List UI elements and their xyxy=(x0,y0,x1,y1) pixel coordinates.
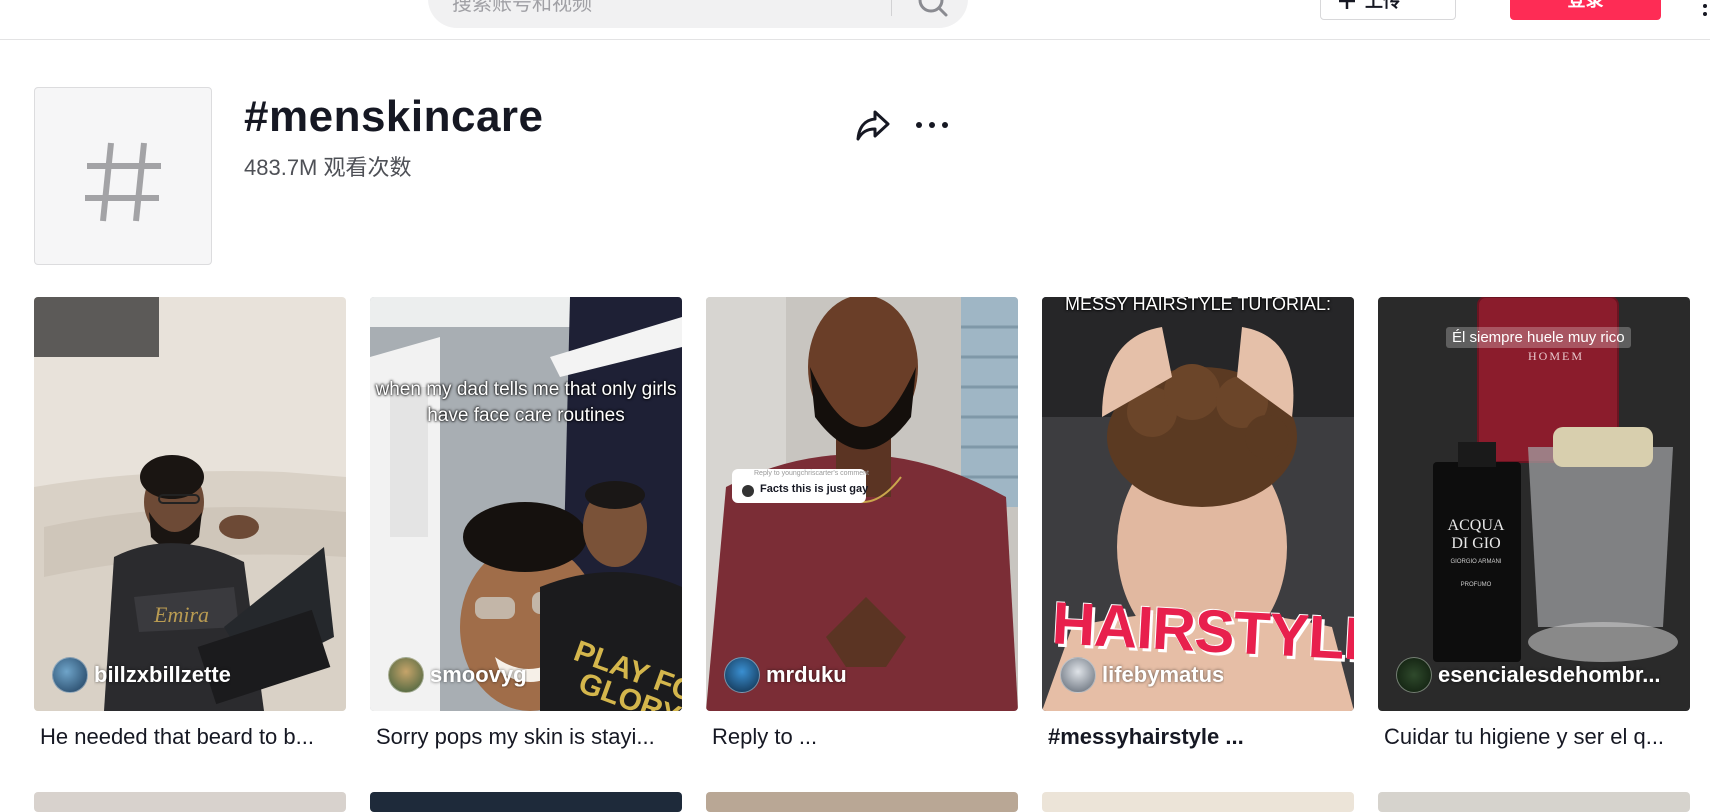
dot-icon xyxy=(916,122,922,128)
avatar[interactable] xyxy=(388,657,424,693)
video-caption[interactable]: Sorry pops my skin is stayi... xyxy=(370,721,676,753)
video-thumbnail[interactable] xyxy=(1042,792,1354,812)
bottle-sub: GIORGIO ARMANI xyxy=(1450,559,1502,565)
share-button[interactable] xyxy=(854,106,892,144)
author-name[interactable]: mrduku xyxy=(766,662,847,688)
login-button[interactable]: 登录 xyxy=(1510,0,1661,20)
author-name[interactable]: esencialesdehombr... xyxy=(1438,662,1661,688)
search-bar[interactable]: 搜索账号和视频 xyxy=(428,0,968,28)
avatar[interactable] xyxy=(1396,657,1432,693)
video-thumbnail-image: PLAY FOR GLORY xyxy=(370,297,682,711)
video-caption[interactable]: He needed that beard to b... xyxy=(34,721,340,753)
hashtag-icon xyxy=(85,142,161,222)
search-input[interactable]: 搜索账号和视频 xyxy=(452,0,592,16)
upload-button[interactable]: 上传 xyxy=(1320,0,1456,20)
search-button[interactable] xyxy=(898,0,968,28)
video-thumbnail[interactable]: Emira billzxbillzette xyxy=(34,297,346,711)
video-overlay-text: when my dad tells me that only girls hav… xyxy=(375,379,677,426)
upload-label: 上传 xyxy=(1365,0,1401,11)
bottle-brand: ACQUA DI GIO xyxy=(1447,517,1505,552)
reply-comment-small: Reply to youngchriscarter's comment xyxy=(754,470,869,477)
more-options-button[interactable] xyxy=(914,112,954,138)
video-author[interactable]: mrduku xyxy=(724,657,847,693)
dot-icon xyxy=(929,122,935,128)
video-thumbnail-image: Emira xyxy=(34,297,346,711)
video-thumbnail[interactable]: MESSY HAIRSTYLE TUTORIAL: HAIRSTYLE life… xyxy=(1042,297,1354,711)
video-thumbnail-image xyxy=(706,297,1018,711)
page-title: #menskincare xyxy=(244,92,544,141)
author-name[interactable]: lifebymatus xyxy=(1102,662,1224,688)
top-navigation-bar: 搜索账号和视频 上传 登录 xyxy=(0,0,1710,40)
dot-icon xyxy=(942,122,948,128)
view-count: 483.7M 观看次数 xyxy=(244,155,412,180)
avatar[interactable] xyxy=(724,657,760,693)
video-caption[interactable]: Cuidar tu higiene y ser el q... xyxy=(1378,721,1684,753)
hashtag-avatar xyxy=(34,87,212,265)
svg-text:Emira: Emira xyxy=(153,602,209,627)
video-thumbnail[interactable]: HOMEM ACQUA DI GIO GIORGIO ARMANI PROFUM… xyxy=(1378,297,1690,711)
more-menu-icon[interactable] xyxy=(1700,0,1710,24)
video-card[interactable]: HOMEM ACQUA DI GIO GIORGIO ARMANI PROFUM… xyxy=(1378,297,1690,753)
video-thumbnail[interactable] xyxy=(34,792,346,812)
video-thumbnail[interactable] xyxy=(370,792,682,812)
video-author[interactable]: smoovyg xyxy=(388,657,527,693)
video-card[interactable]: PLAY FOR GLORY when my dad tells me that… xyxy=(370,297,682,753)
avatar[interactable] xyxy=(52,657,88,693)
share-icon xyxy=(856,110,890,141)
video-caption[interactable]: Reply to ... xyxy=(706,721,1012,753)
video-author[interactable]: esencialesdehombr... xyxy=(1396,657,1661,693)
author-name[interactable]: billzxbillzette xyxy=(94,662,231,688)
video-caption[interactable]: #messyhairstyle ... xyxy=(1042,721,1348,753)
author-name[interactable]: smoovyg xyxy=(430,662,527,688)
video-author[interactable]: billzxbillzette xyxy=(52,657,231,693)
video-author[interactable]: lifebymatus xyxy=(1060,657,1224,693)
video-thumbnail[interactable]: PLAY FOR GLORY when my dad tells me that… xyxy=(370,297,682,711)
avatar[interactable] xyxy=(1060,657,1096,693)
bottle-name: PROFUMO xyxy=(1460,582,1492,588)
bottle-brand-red: HOMEM xyxy=(1528,349,1585,363)
video-thumbnail[interactable]: Reply to youngchriscarter's comment Fact… xyxy=(706,297,1018,711)
video-overlay-text: MESSY HAIRSTYLE TUTORIAL: xyxy=(1064,297,1332,314)
plus-icon xyxy=(1339,0,1355,9)
video-card[interactable]: MESSY HAIRSTYLE TUTORIAL: HAIRSTYLE life… xyxy=(1042,297,1354,753)
video-overlay-text: Él siempre huele muy rico xyxy=(1446,327,1631,348)
video-thumbnail[interactable] xyxy=(1378,792,1690,812)
search-icon xyxy=(918,0,948,17)
video-thumbnail[interactable] xyxy=(706,792,1018,812)
video-card[interactable]: Reply to youngchriscarter's comment Fact… xyxy=(706,297,1018,753)
video-card[interactable]: Emira billzxbillzette He needed that bea… xyxy=(34,297,346,753)
search-divider xyxy=(891,0,892,16)
reply-comment-text: Facts this is just gay xyxy=(760,483,869,495)
